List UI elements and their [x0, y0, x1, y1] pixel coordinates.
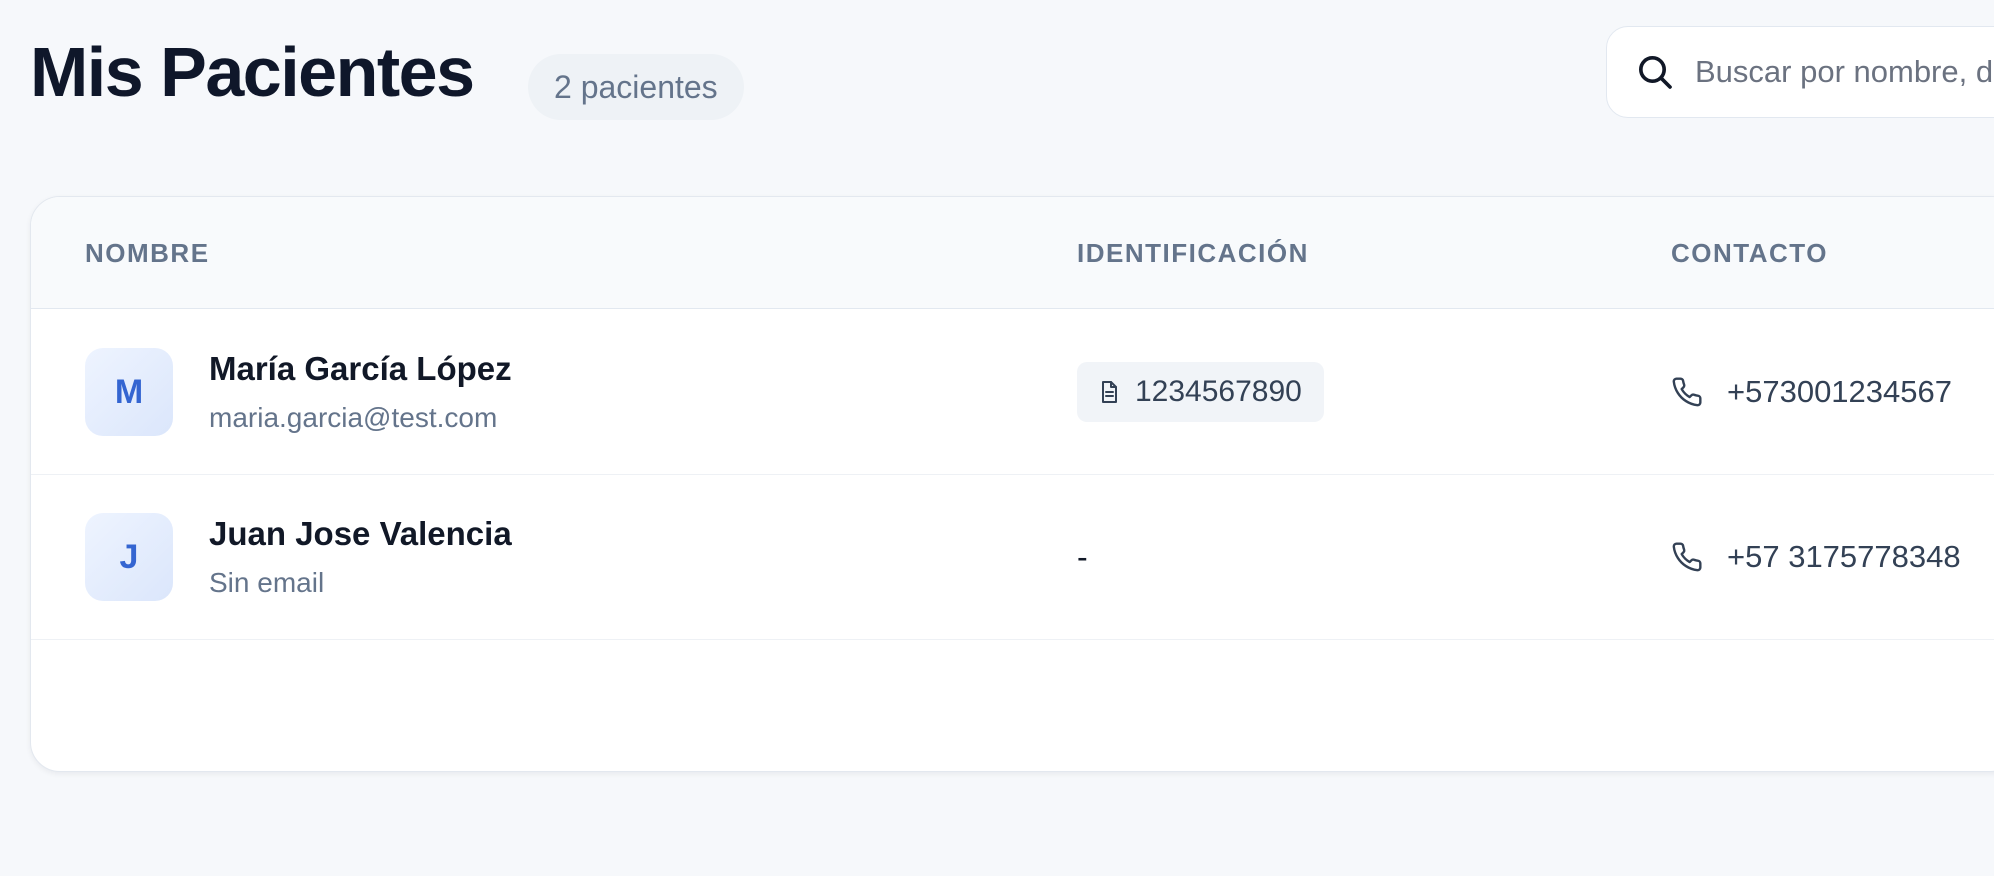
document-icon	[1102, 381, 1117, 403]
contact-cell: +573001234567	[1671, 362, 1952, 422]
phone-number: +57 3175778348	[1727, 539, 1961, 574]
search-input[interactable]	[1695, 54, 1994, 90]
table-header: NOMBRE IDENTIFICACIÓN CONTACTO	[31, 197, 1994, 309]
page-title: Mis Pacientes	[30, 33, 475, 111]
phone-icon	[1672, 542, 1702, 572]
column-header-contact[interactable]: CONTACTO	[1671, 197, 1828, 309]
patients-table: NOMBRE IDENTIFICACIÓN CONTACTO M María G…	[30, 196, 1994, 772]
patient-name[interactable]: María García López	[209, 350, 512, 388]
search-box[interactable]	[1606, 26, 1994, 118]
avatar: J	[85, 513, 173, 601]
patient-name[interactable]: Juan Jose Valencia	[209, 515, 512, 553]
search-icon	[1639, 56, 1672, 89]
phone-icon	[1672, 377, 1702, 407]
phone-number: +573001234567	[1727, 374, 1952, 409]
table-row[interactable]: J Juan Jose Valencia Sin email - +57 317…	[31, 475, 1994, 640]
table-row[interactable]: M María García López maria.garcia@test.c…	[31, 310, 1994, 475]
identification-chip: 1234567890	[1077, 362, 1324, 422]
identification-number: 1234567890	[1135, 375, 1302, 408]
column-header-name[interactable]: NOMBRE	[85, 197, 210, 309]
column-header-identification[interactable]: IDENTIFICACIÓN	[1077, 197, 1309, 309]
patient-count-badge: 2 pacientes	[528, 54, 744, 120]
identification-empty: -	[1077, 539, 1088, 575]
patient-email: maria.garcia@test.com	[209, 402, 498, 433]
contact-cell: +57 3175778348	[1671, 527, 1961, 587]
patient-email: Sin email	[209, 567, 325, 598]
avatar: M	[85, 348, 173, 436]
